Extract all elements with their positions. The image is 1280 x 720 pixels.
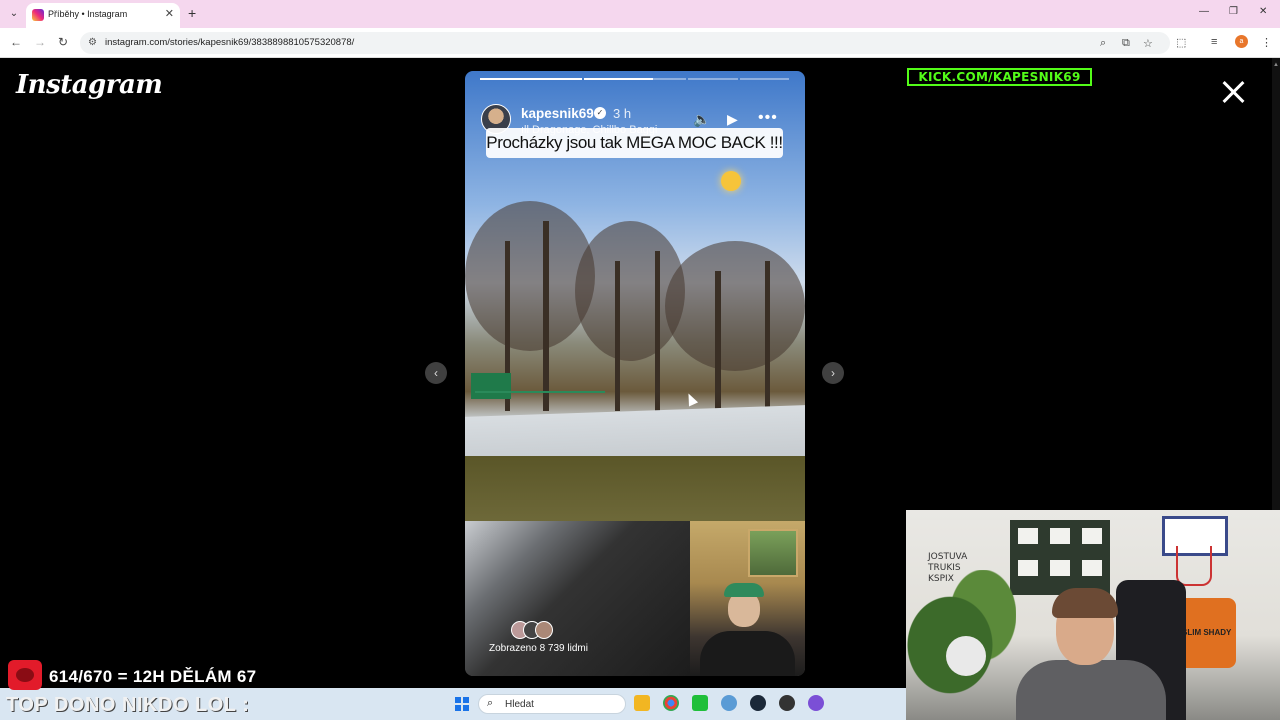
streamer-hair [1052,588,1118,618]
site-info-icon[interactable]: ⚙ [88,37,97,48]
chrome-icon[interactable] [663,695,679,711]
tab-list-icon[interactable]: ⌄ [6,6,22,22]
address-bar[interactable]: ⚙ instagram.com/stories/kapesnik69/38388… [80,32,1170,54]
play-icon[interactable]: ▶ [727,111,738,128]
story-media[interactable]: kapesnik69 ✓ 3 h ıll Dragonage, Chillbo … [465,71,805,676]
menu-icon[interactable]: ⋮ [1261,36,1272,49]
grass-area [465,456,805,526]
previous-story-icon[interactable]: ‹ [425,362,447,384]
windows-start-icon[interactable] [455,697,469,711]
close-story-icon[interactable] [1220,78,1248,106]
app-icon[interactable] [721,695,737,711]
more-options-icon[interactable]: ••• [758,109,778,127]
media-controls-icon[interactable]: ≡ [1211,36,1217,48]
kick-channel-banner: KICK.COM/KAPESNIK69 [907,68,1092,86]
extensions-icon[interactable]: ⬚ [1176,36,1186,49]
scroll-up-icon[interactable]: ▲ [1273,62,1279,68]
story-caption: Procházky jsou tak MEGA MOC BACK !!! [486,128,783,158]
verified-badge-icon: ✓ [594,107,606,119]
mute-icon[interactable]: 🔈 [693,111,710,128]
install-app-icon[interactable]: ⧉ [1122,37,1130,50]
tab-title: Příběhy • Instagram [48,9,128,19]
new-tab-icon[interactable]: + [188,5,196,21]
sun-sticker [721,171,741,191]
bookmark-star-icon[interactable]: ☆ [1143,37,1153,50]
tab-close-icon[interactable]: ✕ [165,7,174,20]
next-story-icon[interactable]: › [822,362,844,384]
reload-icon[interactable]: ↻ [58,35,68,49]
streamer-body [1016,660,1166,720]
minimize-icon[interactable]: — [1199,6,1209,17]
top-donation-text: TOP DONO NIKDO LOL : [6,694,250,716]
search-icon: ⌕ [487,697,494,709]
browser-toolbar: ← → ↻ ⚙ instagram.com/stories/kapesnik69… [0,28,1280,58]
instagram-favicon-icon [32,9,44,21]
steam-icon[interactable] [750,695,766,711]
seen-by-count[interactable]: Zobrazeno 8 739 lidmi [489,643,588,654]
url-text[interactable]: instagram.com/stories/kapesnik69/3838898… [105,37,354,48]
wall-shelf [1010,520,1110,595]
taskbar-search-input[interactable]: ⌕ Hledat [478,694,626,714]
story-trees [465,201,805,411]
zoom-icon[interactable]: ⌕ [1100,37,1106,50]
instagram-logo[interactable]: Instagram [16,70,163,100]
story-progress-segment [688,78,738,80]
story-time: 3 h [613,106,632,121]
app-icon[interactable] [779,695,795,711]
figurine [946,636,986,676]
window-close-icon[interactable]: ✕ [1259,6,1267,17]
shirt-text: SLIM SHADY [1182,628,1232,637]
selfie-overlay-photo [690,521,805,676]
back-icon[interactable]: ← [10,35,22,49]
file-explorer-icon[interactable] [634,695,650,711]
story-progress-segment [740,78,789,80]
story-username[interactable]: kapesnik69 [521,106,594,121]
profile-avatar[interactable]: a [1235,35,1248,48]
green-fence [475,391,605,401]
wall-text: JOSTUVA TRUKIS KSPIX [928,552,968,584]
kick-app-icon[interactable] [692,695,708,711]
restore-icon[interactable]: ❐ [1229,6,1238,17]
hoop-net [1176,546,1212,586]
active-tab[interactable]: Příběhy • Instagram ✕ [26,3,180,28]
story-progress-segment [480,78,582,80]
story-progress-segment [584,78,686,80]
viewer-avatars[interactable] [511,621,571,641]
forward-icon[interactable]: → [34,35,46,49]
streamer-webcam: SLIM SHADY JOSTUVA TRUKIS KSPIX [906,510,1280,720]
browser-tab-bar: ⌄ Příběhy • Instagram ✕ + — ❐ ✕ [0,0,1280,28]
search-placeholder: Hledat [505,699,534,710]
app-icon[interactable] [808,695,824,711]
donation-goal-text: 614/670 = 12H DĚLÁM 67 [49,667,257,686]
donation-devil-icon [8,660,42,690]
